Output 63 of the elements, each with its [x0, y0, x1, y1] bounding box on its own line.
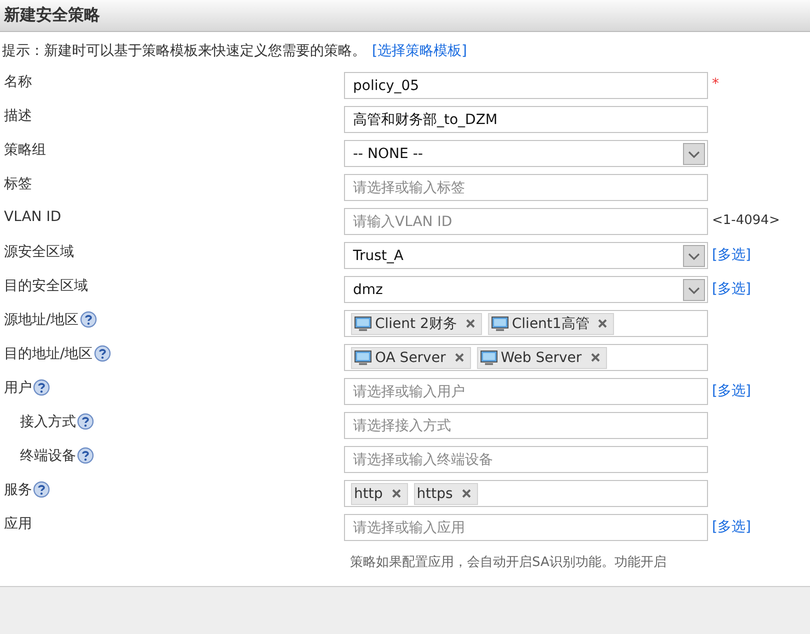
dropdown-icon[interactable] — [683, 142, 705, 164]
field-label: VLAN ID — [4, 209, 62, 225]
field-label: 源安全区域 — [4, 243, 74, 261]
field-label: 目的地址/地区 — [4, 345, 93, 363]
help-icon[interactable] — [77, 447, 94, 464]
remove-icon[interactable] — [462, 489, 471, 498]
help-icon[interactable] — [33, 481, 50, 498]
remove-icon[interactable] — [392, 489, 401, 498]
select-field[interactable]: -- NONE -- — [344, 140, 708, 167]
dropdown-icon[interactable] — [683, 278, 705, 300]
multi-select-link[interactable]: [多选] — [712, 383, 751, 399]
monitor-icon — [480, 350, 498, 366]
field-label: 标签 — [4, 175, 32, 193]
tag-chip[interactable]: Client 2财务 — [351, 312, 482, 334]
help-icon[interactable] — [77, 413, 94, 430]
tag-chip[interactable]: OA Server — [351, 346, 471, 368]
tag-chip[interactable]: https — [414, 482, 478, 504]
tag-chip[interactable]: http — [351, 482, 408, 504]
help-icon[interactable] — [80, 311, 97, 328]
tag-field[interactable]: OA Server Web Server — [344, 344, 708, 371]
input-field[interactable]: 高管和财务部_to_DZM — [344, 106, 708, 133]
help-icon[interactable] — [94, 345, 111, 362]
help-icon[interactable] — [33, 379, 50, 396]
field-label: 名称 — [4, 73, 32, 91]
hint-text: 提示：新建时可以基于策略模板来快速定义您需要的策略。 — [2, 42, 366, 60]
field-label: 终端设备 — [20, 447, 76, 465]
field-label: 目的安全区域 — [4, 277, 88, 295]
input-field[interactable]: 请选择或输入应用 — [344, 514, 708, 541]
input-field[interactable]: policy_05 — [344, 72, 708, 99]
select-field[interactable]: dmz — [344, 276, 708, 303]
multi-select-link[interactable]: [多选] — [712, 519, 751, 535]
remove-icon[interactable] — [598, 319, 608, 328]
monitor-icon — [490, 316, 509, 332]
required-mark: * — [712, 76, 719, 92]
tag-field[interactable]: http https — [344, 480, 708, 507]
remove-icon[interactable] — [454, 353, 464, 362]
input-field[interactable]: 请选择或输入标签 — [344, 174, 708, 201]
field-label: 接入方式 — [20, 413, 76, 431]
remove-icon[interactable] — [466, 319, 475, 328]
select-field[interactable]: Trust_A — [344, 242, 708, 269]
multi-select-link[interactable]: [多选] — [712, 247, 751, 263]
monitor-icon — [354, 350, 372, 366]
field-label: 用户 — [4, 379, 32, 397]
field-label: 服务 — [4, 481, 32, 499]
tag-chip[interactable]: Client1高管 — [488, 312, 614, 334]
remove-icon[interactable] — [590, 353, 600, 362]
dropdown-icon[interactable] — [683, 244, 705, 266]
input-field[interactable]: 请选择或输入用户 — [344, 378, 708, 405]
field-label: 源地址/地区 — [4, 311, 79, 329]
template-link[interactable]: [选择策略模板] — [372, 42, 467, 60]
field-label: 策略组 — [4, 141, 46, 159]
tag-chip[interactable]: Web Server — [476, 346, 607, 368]
info-note: 策略如果配置应用，会自动开启SA识别功能。功能开启 — [349, 554, 668, 571]
monitor-icon — [354, 316, 372, 332]
range-hint: <1-4094> — [712, 213, 780, 228]
dialog-title: 新建安全策略 — [4, 5, 100, 26]
input-field[interactable]: 请选择接入方式 — [344, 412, 708, 439]
input-field[interactable]: 请选择或输入终端设备 — [344, 446, 708, 473]
field-label: 描述 — [4, 107, 32, 125]
field-label: 应用 — [4, 515, 32, 533]
multi-select-link[interactable]: [多选] — [712, 281, 751, 297]
tag-field[interactable]: Client 2财务 Client1高管 — [344, 310, 708, 337]
input-field[interactable]: 请输入VLAN ID — [344, 208, 708, 235]
